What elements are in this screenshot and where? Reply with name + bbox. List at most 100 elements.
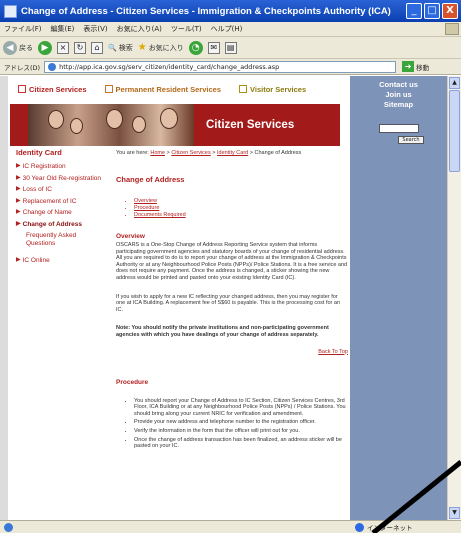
breadcrumb-home[interactable]: Home: [150, 150, 165, 156]
toc-procedure-link[interactable]: Procedure: [134, 205, 348, 212]
table-of-contents: Overview Procedure Documents Required: [116, 198, 348, 219]
sitemap-link[interactable]: Sitemap: [350, 100, 447, 110]
bullet-icon: ▶: [16, 186, 21, 192]
maximize-button[interactable]: □: [424, 3, 440, 19]
address-input[interactable]: http://app.ica.gov.sg/serv_citizen/ident…: [44, 60, 397, 73]
new-ic-text: If you wish to apply for a new IC reflec…: [116, 293, 341, 313]
overview-text: OSCARS is a One-Stop Change of Address R…: [116, 242, 348, 281]
sidebar-item-30-year-reregistration[interactable]: ▶ 30 Year Old Re-registration: [10, 175, 105, 183]
banner: Citizen Services: [10, 104, 340, 146]
go-arrow-icon: ➜: [402, 61, 415, 72]
sidebar-item-faq[interactable]: Frequently Asked Questions: [10, 232, 105, 247]
back-to-top-link[interactable]: Back To Top: [116, 349, 348, 355]
web-page: Citizen Services Permanent Resident Serv…: [0, 76, 447, 520]
sidebar-item-loss-of-ic[interactable]: ▶ Loss of IC: [10, 186, 105, 194]
utility-links: Contact us Join us Sitemap: [350, 76, 447, 110]
menu-edit[interactable]: 編集(E): [51, 24, 75, 34]
nav-marker-icon: [239, 85, 247, 93]
scroll-down-icon[interactable]: ▼: [449, 507, 460, 519]
search-button[interactable]: 🔍 検索: [108, 43, 133, 53]
sidebar-item-label: Change of Name: [22, 209, 72, 216]
breadcrumb-identity-card[interactable]: Identity Card: [217, 150, 248, 156]
scroll-thumb[interactable]: [449, 90, 460, 172]
right-column: Contact us Join us Sitemap Search: [350, 76, 447, 520]
site-search-input[interactable]: [378, 124, 419, 133]
menu-file[interactable]: ファイル(F): [4, 24, 42, 34]
search-label: 検索: [118, 43, 133, 52]
note-text: Note: You should notify the private inst…: [116, 325, 329, 338]
join-us-link[interactable]: Join us: [350, 90, 447, 100]
nav-permanent-label: Permanent Resident Services: [115, 84, 221, 94]
contact-us-link[interactable]: Contact us: [350, 80, 447, 90]
procedure-step: Provide your new address and telephone n…: [134, 419, 348, 426]
toc-overview-link[interactable]: Overview: [134, 198, 348, 205]
top-navigation: Citizen Services Permanent Resident Serv…: [10, 76, 340, 102]
nav-marker-icon: [18, 85, 26, 93]
bullet-icon: ▶: [16, 209, 21, 215]
page-title: Change of Address: [116, 175, 185, 184]
back-label: 戻る: [19, 43, 33, 52]
breadcrumb-citizen-services[interactable]: Citizen Services: [171, 150, 210, 156]
address-url: http://app.ica.gov.sg/serv_citizen/ident…: [59, 62, 280, 71]
vertical-scrollbar[interactable]: ▲ ▼: [447, 76, 461, 520]
breadcrumb-prefix: You are here:: [116, 150, 151, 156]
breadcrumb: You are here: Home > Citizen Services > …: [116, 150, 302, 156]
sidebar-item-ic-online[interactable]: ▶ IC Online: [10, 257, 105, 265]
banner-title: Citizen Services: [206, 119, 295, 131]
toolbar: ◀ 戻る ▶ × ↻ ⌂ 🔍 検索 ★ お気に入り ◔ ✉ ▤: [0, 37, 461, 59]
overview-heading: Overview: [116, 233, 145, 240]
print-icon[interactable]: ▤: [224, 41, 237, 54]
person-head: [48, 110, 64, 129]
bullet-icon: ▶: [16, 220, 21, 227]
sidebar-item-ic-registration[interactable]: ▶ IC Registration: [10, 163, 105, 171]
scroll-up-icon[interactable]: ▲: [449, 77, 460, 89]
menu-view[interactable]: 表示(V): [83, 24, 107, 34]
nav-visitor-label: Visitor Services: [250, 84, 307, 94]
bullet-icon: ▶: [16, 197, 21, 204]
window-controls: _ □ X: [406, 3, 458, 19]
minimize-button[interactable]: _: [406, 3, 422, 19]
title-bar: Change of Address - Citizen Services - I…: [0, 0, 461, 22]
menu-help[interactable]: ヘルプ(H): [211, 24, 243, 34]
toc-documents-link[interactable]: Documents Required: [134, 212, 348, 219]
procedure-list: You should report your Change of Address…: [116, 398, 348, 450]
back-arrow-icon: ◀: [3, 40, 17, 55]
procedure-step: Verify the information in the form that …: [134, 428, 348, 435]
close-button[interactable]: X: [442, 3, 458, 19]
menu-bar: ファイル(F) 編集(E) 表示(V) お気に入り(A) ツール(T) ヘルプ(…: [0, 22, 461, 37]
sidebar-item-label: 30 Year Old Re-registration: [22, 174, 102, 182]
sidebar-item-change-of-name[interactable]: ▶ Change of Name: [10, 209, 105, 217]
window-title: Change of Address - Citizen Services - I…: [21, 5, 393, 17]
history-icon[interactable]: ◔: [188, 40, 203, 55]
ie-app-icon: [4, 4, 17, 18]
sidebar-item-replacement-of-ic[interactable]: ▶ Replacement of IC: [10, 198, 105, 206]
sidebar-item-label: IC Online: [22, 257, 50, 264]
favorites-button[interactable]: ★ お気に入り: [138, 42, 184, 53]
breadcrumb-current: > Change of Address: [248, 150, 302, 156]
go-button[interactable]: ➜ 移動: [402, 61, 429, 72]
nav-permanent-resident[interactable]: Permanent Resident Services: [104, 84, 221, 94]
favorites-label: お気に入り: [148, 43, 184, 52]
site-search-button[interactable]: Search: [398, 136, 424, 144]
mail-icon[interactable]: ✉: [207, 41, 220, 54]
stop-icon[interactable]: ×: [57, 41, 69, 54]
home-icon[interactable]: ⌂: [91, 41, 103, 54]
sidebar-title: Identity Card: [16, 148, 62, 157]
address-label: アドレス(D): [4, 63, 41, 72]
sidebar-item-change-of-address[interactable]: ▶ Change of Address: [10, 221, 105, 229]
procedure-step: Once the change of address transaction h…: [134, 437, 348, 450]
zone-label: インターネット: [367, 524, 413, 532]
go-label: 移動: [416, 63, 430, 72]
person-head: [106, 109, 123, 129]
windows-flag-icon: [445, 23, 459, 35]
menu-tools[interactable]: ツール(T): [171, 24, 202, 34]
star-icon: ★: [137, 42, 147, 53]
forward-button[interactable]: ▶: [38, 40, 52, 55]
nav-visitor-services[interactable]: Visitor Services: [239, 85, 306, 94]
refresh-icon[interactable]: ↻: [74, 41, 86, 54]
menu-favorites[interactable]: お気に入り(A): [117, 24, 162, 34]
back-button[interactable]: ◀ 戻る: [3, 40, 33, 55]
main-content: You are here: Home > Citizen Services > …: [116, 150, 348, 452]
nav-citizen-services[interactable]: Citizen Services: [18, 85, 87, 94]
nav-marker-icon: [104, 85, 113, 93]
